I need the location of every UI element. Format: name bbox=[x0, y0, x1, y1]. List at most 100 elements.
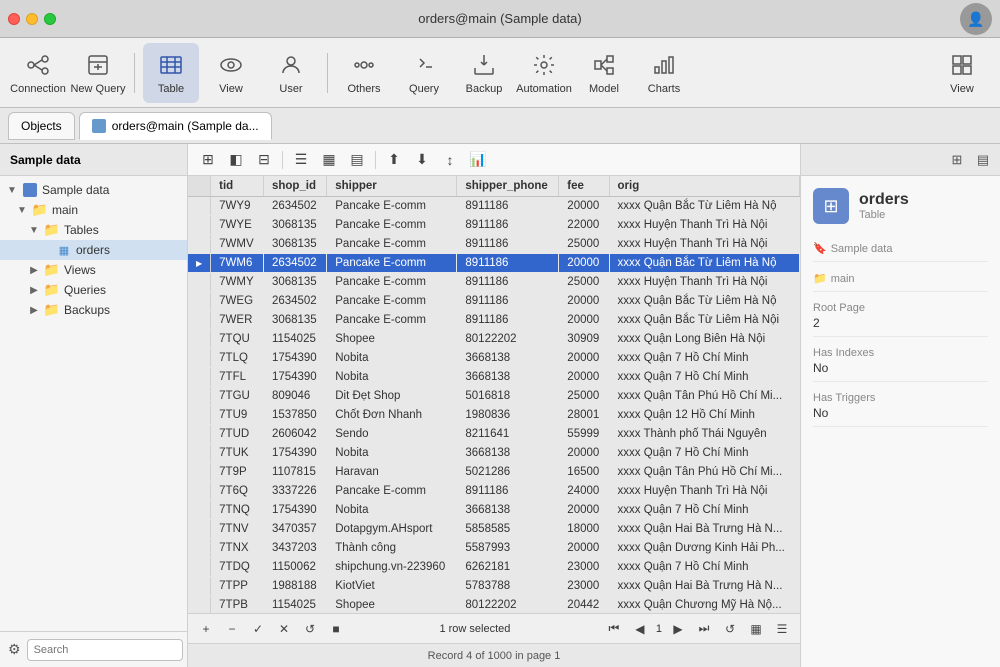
table-cell: 20000 bbox=[559, 349, 609, 368]
chart-button[interactable]: 📊 bbox=[466, 148, 490, 172]
toolbar-new-query[interactable]: New Query bbox=[70, 43, 126, 103]
sidebar-item-orders[interactable]: ▦ orders bbox=[0, 240, 187, 260]
table-row[interactable]: 7TNQ1754390Nobita366813820000xxxx Quận 7… bbox=[188, 501, 800, 520]
form-button[interactable]: ▤ bbox=[345, 148, 369, 172]
tab-orders[interactable]: orders@main (Sample da... bbox=[79, 112, 272, 140]
toolbar-connection[interactable]: Connection bbox=[10, 43, 66, 103]
remove-row-button[interactable]: − bbox=[222, 619, 242, 639]
discard-button[interactable]: ✕ bbox=[274, 619, 294, 639]
table-cell: 809046 bbox=[263, 387, 326, 406]
search-input[interactable] bbox=[27, 639, 183, 661]
table-row[interactable]: 7TLQ1754390Nobita366813820000xxxx Quận 7… bbox=[188, 349, 800, 368]
refresh-button[interactable]: ↺ bbox=[300, 619, 320, 639]
nav-first-button[interactable]: ⏮ bbox=[604, 619, 624, 639]
table-cell: 18000 bbox=[559, 520, 609, 539]
table-row[interactable]: 7TUD2606042Sendo821164155999xxxx Thành p… bbox=[188, 425, 800, 444]
add-row-button[interactable]: + bbox=[196, 619, 216, 639]
table-row[interactable]: 7T9P1107815Haravan502128616500xxxx Quận … bbox=[188, 463, 800, 482]
table-row[interactable]: 7WYE3068135Pancake E-comm891118622000xxx… bbox=[188, 216, 800, 235]
page-number: 1 bbox=[656, 623, 662, 635]
export-json-button[interactable]: ⬇ bbox=[410, 148, 434, 172]
table-cell: xxxx Quận 7 Hồ Chí Minh bbox=[609, 501, 800, 520]
table-row[interactable]: 7WEG2634502Pancake E-comm891118620000xxx… bbox=[188, 292, 800, 311]
table-cell: Pancake E-comm bbox=[327, 216, 457, 235]
table-row[interactable]: 7TU91537850Chốt Đơn Nhanh198083628001xxx… bbox=[188, 406, 800, 425]
sidebar-item-sample-data[interactable]: ▼ Sample data bbox=[0, 180, 187, 200]
sidebar-settings-icon[interactable]: ⚙ bbox=[8, 641, 21, 658]
col-header-orig: orig bbox=[609, 176, 800, 197]
table-row[interactable]: 7TGU809046Dit Đẹt Shop501681825000xxxx Q… bbox=[188, 387, 800, 406]
table-row[interactable]: 7WMV3068135Pancake E-comm891118625000xxx… bbox=[188, 235, 800, 254]
table-row[interactable]: 7WMY3068135Pancake E-comm891118625000xxx… bbox=[188, 273, 800, 292]
sidebar-item-queries[interactable]: ▶ 📁 Queries bbox=[0, 280, 187, 300]
toolbar-others[interactable]: Others bbox=[336, 43, 392, 103]
table-row[interactable]: 7TQU1154025Shopee8012220230909xxxx Quận … bbox=[188, 330, 800, 349]
nav-last-button[interactable]: ⏭ bbox=[694, 619, 714, 639]
sidebar-item-tables[interactable]: ▼ 📁 Tables bbox=[0, 220, 187, 240]
toolbar-user[interactable]: User bbox=[263, 43, 319, 103]
table-row[interactable]: 7TNV3470357Dotapgym.AHsport585858518000x… bbox=[188, 520, 800, 539]
sidebar-item-backups[interactable]: ▶ 📁 Backups bbox=[0, 300, 187, 320]
toolbar-automation[interactable]: Automation bbox=[516, 43, 572, 103]
table-cell: xxxx Huyện Thanh Trì Hà Nội bbox=[609, 235, 800, 254]
table-row[interactable]: 7TPB1154025Shopee8012220220442xxxx Quận … bbox=[188, 596, 800, 614]
table-row[interactable]: 7TUK1754390Nobita366813820000xxxx Quận 7… bbox=[188, 444, 800, 463]
list-button[interactable]: ☰ bbox=[772, 619, 792, 639]
stop-button[interactable]: ■ bbox=[326, 619, 346, 639]
sidebar-label-main: main bbox=[52, 203, 78, 217]
table-cell: xxxx Huyện Thanh Trì Hà Nội bbox=[609, 216, 800, 235]
confirm-button[interactable]: ✓ bbox=[248, 619, 268, 639]
maximize-button[interactable] bbox=[44, 13, 56, 25]
toolbar-view[interactable]: View bbox=[203, 43, 259, 103]
panel-icon-2: ▤ bbox=[977, 152, 989, 168]
prop-row-has-triggers: Has Triggers No bbox=[813, 386, 988, 427]
table-row[interactable]: 7TPP1988188KiotViet578378823000xxxx Quận… bbox=[188, 577, 800, 596]
close-button[interactable] bbox=[8, 13, 20, 25]
table-row[interactable]: 7T6Q3337226Pancake E-comm891118624000xxx… bbox=[188, 482, 800, 501]
minimize-button[interactable] bbox=[26, 13, 38, 25]
tab-objects[interactable]: Objects bbox=[8, 112, 75, 140]
nav-next-button[interactable]: ▶ bbox=[668, 619, 688, 639]
table-cell: 23000 bbox=[559, 558, 609, 577]
table-row[interactable]: 7TNX3437203Thành công558799320000xxxx Qu… bbox=[188, 539, 800, 558]
toolbar-view-toggle[interactable]: View bbox=[934, 43, 990, 103]
toolbar-table[interactable]: Table bbox=[143, 43, 199, 103]
table-row[interactable]: 7TFL1754390Nobita366813820000xxxx Quận 7… bbox=[188, 368, 800, 387]
refresh2-button[interactable]: ↺ bbox=[720, 619, 740, 639]
columns-button[interactable]: ☰ bbox=[289, 148, 313, 172]
table-cell: xxxx Quận 7 Hồ Chí Minh bbox=[609, 368, 800, 387]
table-cell: 20442 bbox=[559, 596, 609, 614]
grid-button[interactable]: ▦ bbox=[746, 619, 766, 639]
table-cell: 1537850 bbox=[263, 406, 326, 425]
toolbar-charts[interactable]: Charts bbox=[636, 43, 692, 103]
row-marker bbox=[188, 596, 211, 614]
grid-view-button[interactable]: ⊞ bbox=[196, 148, 220, 172]
toolbar-query[interactable]: Query bbox=[396, 43, 452, 103]
sidebar-header: Sample data bbox=[0, 144, 187, 176]
sidebar-item-views[interactable]: ▶ 📁 Views bbox=[0, 260, 187, 280]
sidebar-item-main[interactable]: ▼ 📁 main bbox=[0, 200, 187, 220]
import-button[interactable]: ↕ bbox=[438, 148, 462, 172]
table-row[interactable]: 7WY92634502Pancake E-comm891118620000xxx… bbox=[188, 197, 800, 216]
secondary-toolbar: ⊞ ◧ ⊟ ☰ ▦ ▤ ⬆ ⬇ ↕ 📊 bbox=[188, 144, 800, 176]
table-row[interactable]: ▶7WM62634502Pancake E-comm891118620000xx… bbox=[188, 254, 800, 273]
panel-view-btn-1[interactable]: ⊞ bbox=[946, 149, 968, 171]
sidebar-label-backups: Backups bbox=[64, 303, 110, 317]
table-cell: xxxx Quận 7 Hồ Chí Minh bbox=[609, 349, 800, 368]
entity-name: orders bbox=[859, 191, 909, 209]
table-cell: 30909 bbox=[559, 330, 609, 349]
table-row[interactable]: 7WER3068135Pancake E-comm891118620000xxx… bbox=[188, 311, 800, 330]
table-cell: 7TNQ bbox=[211, 501, 264, 520]
export-csv-button[interactable]: ⬆ bbox=[382, 148, 406, 172]
sql-button[interactable]: ◧ bbox=[224, 148, 248, 172]
data-table-container: tid shop_id shipper shipper_phone fee or… bbox=[188, 176, 800, 613]
table-cell: Nobita bbox=[327, 349, 457, 368]
nav-prev-button[interactable]: ◀ bbox=[630, 619, 650, 639]
table-row[interactable]: 7TDQ1150062shipchung.vn-2239606262181230… bbox=[188, 558, 800, 577]
table-button[interactable]: ▦ bbox=[317, 148, 341, 172]
filter-button[interactable]: ⊟ bbox=[252, 148, 276, 172]
toolbar-backup[interactable]: Backup bbox=[456, 43, 512, 103]
sidebar-label-orders: orders bbox=[76, 243, 110, 257]
panel-view-btn-2[interactable]: ▤ bbox=[972, 149, 994, 171]
toolbar-model[interactable]: Model bbox=[576, 43, 632, 103]
